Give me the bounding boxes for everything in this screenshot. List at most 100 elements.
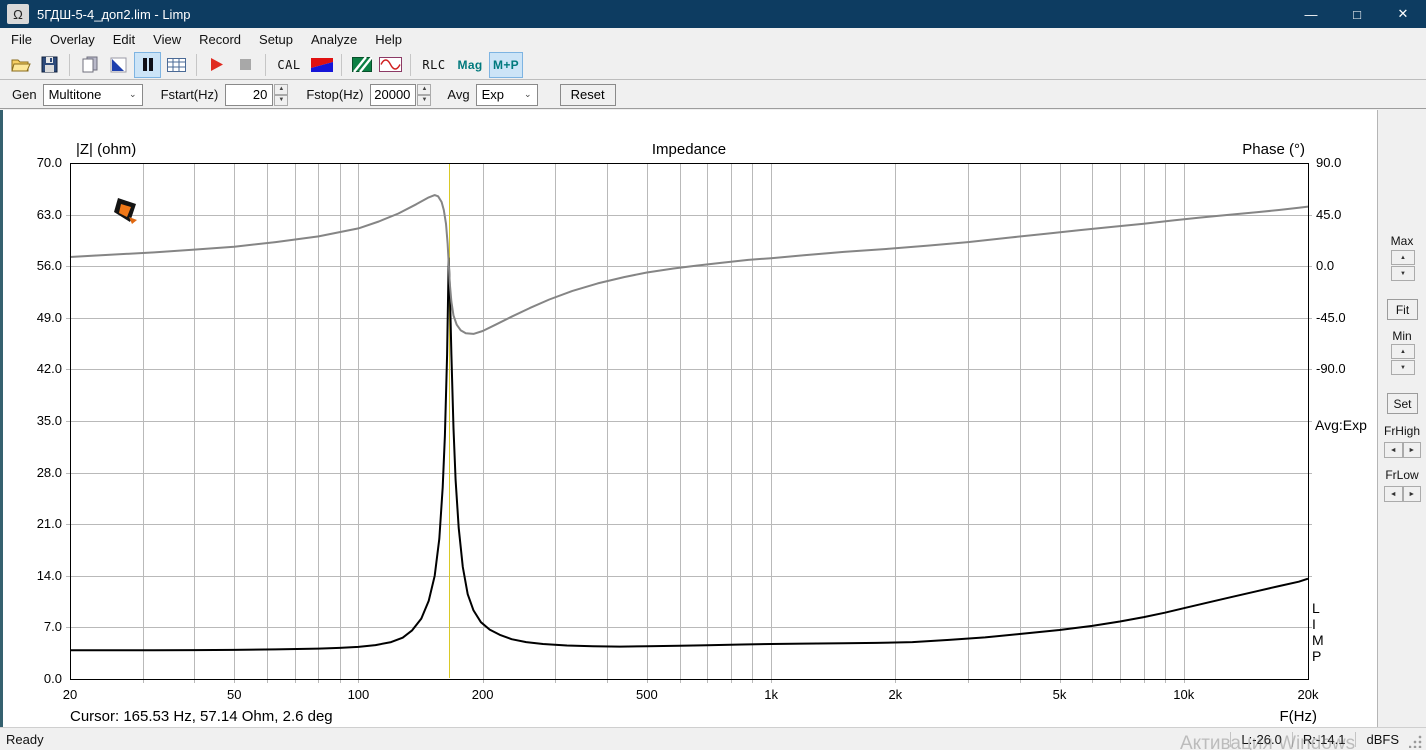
status-right-level: R:-14.1 bbox=[1302, 731, 1346, 747]
cal-text-icon: CAL bbox=[277, 57, 301, 72]
arrow-right-icon[interactable]: ► bbox=[1402, 442, 1421, 458]
frhigh-label: FrHigh bbox=[1383, 424, 1420, 438]
avg-label: Avg bbox=[447, 87, 470, 102]
frhigh-arrows[interactable]: ◄ ► bbox=[1384, 442, 1421, 458]
avg-select[interactable]: Exp ⌄ bbox=[475, 83, 538, 106]
stop-icon bbox=[240, 59, 251, 70]
record-stop-button[interactable] bbox=[232, 52, 259, 78]
fstart-label: Fstart(Hz) bbox=[160, 87, 219, 102]
min-stepper[interactable]: ▲ ▼ bbox=[1391, 344, 1415, 376]
fstop-stepper[interactable]: ▲ ▼ bbox=[417, 83, 432, 106]
step-up-icon[interactable]: ▲ bbox=[274, 83, 289, 95]
fstart-value: 20 bbox=[252, 87, 268, 102]
step-down-icon[interactable]: ▼ bbox=[417, 94, 432, 106]
toolbar-separator bbox=[265, 53, 266, 76]
gen-label: Gen bbox=[12, 87, 37, 102]
play-icon bbox=[211, 58, 223, 71]
scale-panel: Max ▲ ▼ Fit Min ▲ ▼ Set FrHigh ◄ ► FrLow ◄ ► bbox=[1377, 110, 1426, 727]
status-bar: Ready L:-26.0 R:-14.1 dBFS bbox=[0, 727, 1426, 750]
red-blue-signal-icon bbox=[310, 57, 333, 72]
table-view-button[interactable] bbox=[163, 52, 190, 78]
sine-wave-icon bbox=[379, 57, 402, 72]
generator-type-value: Multitone bbox=[48, 87, 102, 102]
fit-label: Fit bbox=[1395, 302, 1410, 317]
generator-type-select[interactable]: Multitone ⌄ bbox=[42, 83, 143, 106]
status-left-level: L:-26.0 bbox=[1241, 731, 1282, 747]
step-down-icon[interactable]: ▼ bbox=[1391, 360, 1415, 375]
status-separator bbox=[1230, 731, 1232, 747]
open-file-button[interactable] bbox=[7, 52, 34, 78]
chevron-down-icon: ⌄ bbox=[524, 89, 532, 99]
rlc-mode-button[interactable]: RLC bbox=[417, 52, 451, 78]
max-label: Max bbox=[1390, 234, 1414, 248]
generator-controls: Gen Multitone ⌄ Fstart(Hz) 20 ▲ ▼ Fstop(H… bbox=[0, 81, 1426, 109]
chevron-down-icon: ⌄ bbox=[129, 89, 137, 99]
copy-pages-icon bbox=[82, 56, 97, 73]
min-label: Min bbox=[1392, 329, 1412, 343]
copy-button[interactable] bbox=[76, 52, 103, 78]
menubar: File Overlay Edit View Record Setup Analyze Hel… bbox=[0, 28, 1426, 50]
reset-button[interactable]: Reset bbox=[559, 83, 616, 106]
frlow-label: FrLow bbox=[1385, 468, 1419, 482]
arrow-left-icon[interactable]: ◄ bbox=[1384, 486, 1403, 502]
menu-item-help[interactable]: Help bbox=[366, 30, 411, 49]
max-stepper[interactable]: ▲ ▼ bbox=[1391, 250, 1415, 282]
menu-item-file[interactable]: File bbox=[2, 30, 41, 49]
rlc-text-icon: RLC bbox=[422, 57, 446, 72]
reset-label: Reset bbox=[570, 87, 605, 102]
fstart-input[interactable]: 20 bbox=[225, 83, 274, 106]
arrow-right-icon[interactable]: ► bbox=[1402, 486, 1421, 502]
save-floppy-icon bbox=[41, 56, 58, 73]
toolbar-separator bbox=[341, 53, 342, 76]
signal-generator-button[interactable] bbox=[377, 52, 404, 78]
magnitude-phase-view-button[interactable]: M+P bbox=[489, 51, 523, 78]
status-ready: Ready bbox=[6, 731, 44, 747]
resize-grip[interactable] bbox=[1409, 734, 1423, 748]
menu-item-view[interactable]: View bbox=[144, 30, 190, 49]
fstart-stepper[interactable]: ▲ ▼ bbox=[274, 83, 289, 106]
measure-button[interactable] bbox=[348, 52, 375, 78]
status-units: dBFS bbox=[1366, 731, 1399, 747]
frlow-arrows[interactable]: ◄ ► bbox=[1384, 486, 1421, 502]
toolbar-separator bbox=[69, 53, 70, 76]
chart-plot-area[interactable] bbox=[70, 163, 1308, 679]
pause-button[interactable] bbox=[134, 51, 161, 78]
record-start-button[interactable] bbox=[203, 52, 230, 78]
limp-app-window: Ω 5ГДШ-5-4_доп2.lim - Limp — □ ✕ File Ove… bbox=[0, 0, 1426, 750]
step-down-icon[interactable]: ▼ bbox=[1391, 266, 1415, 281]
save-file-button[interactable] bbox=[36, 52, 63, 78]
calibrate-button[interactable]: CAL bbox=[272, 52, 306, 78]
step-up-icon[interactable]: ▲ bbox=[417, 83, 432, 95]
menu-item-overlay[interactable]: Overlay bbox=[41, 30, 104, 49]
toolbar-separator bbox=[410, 53, 411, 76]
generator-setup-button[interactable] bbox=[308, 52, 335, 78]
magnitude-view-button[interactable]: Mag bbox=[453, 52, 487, 78]
green-stripes-icon bbox=[351, 57, 372, 72]
step-up-icon[interactable]: ▲ bbox=[1391, 344, 1415, 359]
toolbar: CAL RLC Mag M+P bbox=[0, 50, 1426, 80]
mag-text-icon: Mag bbox=[457, 57, 483, 72]
arrow-left-icon[interactable]: ◄ bbox=[1384, 442, 1403, 458]
m-plus-p-text-icon: M+P bbox=[493, 57, 519, 72]
close-button[interactable]: ✕ bbox=[1380, 0, 1426, 28]
maximize-button[interactable]: □ bbox=[1334, 0, 1380, 28]
pause-icon bbox=[142, 58, 153, 71]
fstop-value: 20000 bbox=[374, 87, 411, 102]
app-omega-icon: Ω bbox=[7, 4, 29, 24]
set-button[interactable]: Set bbox=[1387, 393, 1418, 414]
menu-item-analyze[interactable]: Analyze bbox=[302, 30, 366, 49]
menu-item-setup[interactable]: Setup bbox=[250, 30, 302, 49]
avg-value: Exp bbox=[481, 87, 504, 102]
menu-item-record[interactable]: Record bbox=[190, 30, 250, 49]
minimize-button[interactable]: — bbox=[1288, 0, 1334, 28]
fstop-input[interactable]: 20000 bbox=[370, 83, 417, 106]
step-up-icon[interactable]: ▲ bbox=[1391, 250, 1415, 265]
step-down-icon[interactable]: ▼ bbox=[274, 94, 289, 106]
table-grid-icon bbox=[167, 57, 186, 72]
fit-button[interactable]: Fit bbox=[1387, 299, 1418, 320]
status-separator bbox=[1291, 731, 1293, 747]
open-folder-icon bbox=[10, 59, 31, 71]
overlay-button[interactable] bbox=[105, 52, 132, 78]
fstop-label: Fstop(Hz) bbox=[306, 87, 364, 102]
menu-item-edit[interactable]: Edit bbox=[104, 30, 144, 49]
